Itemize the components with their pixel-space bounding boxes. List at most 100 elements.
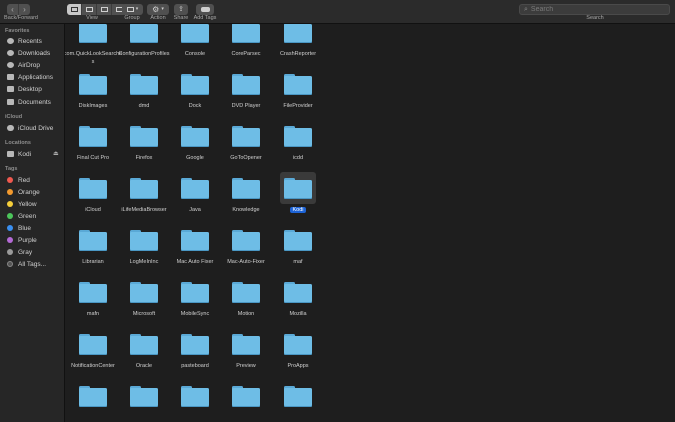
- forward-button[interactable]: ›: [19, 4, 30, 15]
- folder-icon: [232, 126, 260, 147]
- applications-icon: [7, 74, 14, 80]
- folder-icon: [79, 230, 107, 251]
- sidebar-item-icloud-drive[interactable]: iCloud Drive: [7, 123, 53, 133]
- sidebar-item-tag-green[interactable]: Green: [7, 211, 36, 221]
- sidebar-item-tag-purple[interactable]: Purple: [7, 235, 37, 245]
- sidebar-item-all-tags[interactable]: All Tags...: [7, 259, 46, 269]
- sidebar-item-tag-blue[interactable]: Blue: [7, 223, 31, 233]
- tag-dot-icon: [7, 201, 13, 207]
- sidebar-item-tag-yellow[interactable]: Yellow: [7, 199, 37, 209]
- sidebar-item-downloads[interactable]: Downloads: [7, 48, 50, 58]
- locations-header: Locations: [5, 140, 31, 146]
- sidebar-item-tag-gray[interactable]: Gray: [7, 247, 32, 257]
- folder-icon: [284, 386, 312, 407]
- folder-icon: [232, 178, 260, 199]
- sidebar-item-documents[interactable]: Documents: [7, 97, 51, 107]
- search-input[interactable]: [527, 6, 651, 13]
- tag-dot-icon: [7, 249, 13, 255]
- sidebar-item-tag-red[interactable]: Red: [7, 175, 30, 185]
- sidebar-item-label: Desktop: [18, 85, 42, 93]
- folder-icon: [232, 230, 260, 251]
- folder-icon: [181, 334, 209, 355]
- sidebar-item-tag-orange[interactable]: Orange: [7, 187, 40, 197]
- folder-label: Preview: [236, 363, 256, 369]
- search-field[interactable]: ⌕: [519, 4, 670, 15]
- share-button[interactable]: ⇪: [174, 4, 188, 15]
- back-button[interactable]: ‹: [7, 4, 19, 15]
- tag-dot-icon: [7, 213, 13, 219]
- sidebar-item-label: Orange: [18, 188, 40, 196]
- folder-icon: [130, 74, 158, 95]
- eject-icon[interactable]: ⏏: [53, 150, 59, 157]
- sidebar-item-label: Red: [18, 176, 30, 184]
- view-label: View: [86, 15, 98, 21]
- columns-icon: [100, 7, 108, 12]
- folder-label: FileProvider: [283, 103, 313, 109]
- folder-icon: [232, 386, 260, 407]
- add-tags-label: Add Tags: [193, 15, 217, 21]
- chevron-down-icon: ▾: [135, 6, 139, 12]
- tag-dot-icon: [7, 237, 13, 243]
- sidebar-item-label: iCloud Drive: [18, 124, 54, 132]
- document-icon: [7, 99, 14, 105]
- group-label: Group: [124, 15, 140, 21]
- clock-icon: [7, 38, 14, 44]
- folder-icon: [284, 24, 312, 43]
- folder-icon: [181, 230, 209, 251]
- column-view-button[interactable]: [97, 4, 112, 15]
- file-icon-grid: com.QuickLookSearches ConfigurationProfil…: [65, 24, 675, 422]
- grid-icon: [70, 7, 78, 12]
- sidebar-item-label: Yellow: [18, 200, 37, 208]
- sidebar-item-airdrop[interactable]: AirDrop: [7, 60, 40, 70]
- gear-icon: ⚙: [152, 5, 160, 14]
- view-control: [67, 4, 126, 15]
- folder-icon: [130, 386, 158, 407]
- sidebar-item-applications[interactable]: Applications: [7, 72, 53, 82]
- action-button[interactable]: ⚙ ▾: [147, 4, 169, 15]
- search-label: Search: [586, 15, 604, 21]
- folder-label: Mac-Auto-Fixer: [227, 259, 265, 265]
- icon-view-button[interactable]: [67, 4, 82, 15]
- folder-label: ProApps: [287, 363, 309, 369]
- sidebar-item-desktop[interactable]: Desktop: [7, 84, 42, 94]
- folder-icon: [181, 282, 209, 303]
- tags-header: Tags: [5, 166, 18, 172]
- share-icon: ⇪: [178, 6, 184, 13]
- folder-icon: [130, 230, 158, 251]
- folder-label: GoToOpener: [230, 155, 262, 161]
- sidebar-item-recents[interactable]: Recents: [7, 36, 42, 46]
- folder-icon: [232, 24, 260, 43]
- folder-icon: [79, 386, 107, 407]
- folder-icon: [130, 24, 158, 43]
- sidebar-item-label: Green: [18, 212, 37, 220]
- list-view-button[interactable]: [82, 4, 97, 15]
- tags-icon: [7, 261, 13, 267]
- add-tags-button[interactable]: [196, 4, 214, 15]
- folder-icon: [284, 178, 312, 199]
- folder-label: DVD Player: [231, 103, 261, 109]
- back-forward-label: Back/Forward: [4, 15, 38, 21]
- folder-icon: [130, 126, 158, 147]
- share-label: Share: [173, 15, 189, 21]
- toolbar: ‹ › Back/Forward View ▾ Group ⚙ ▾ Action …: [0, 0, 675, 24]
- sidebar-item-label: Recents: [18, 37, 42, 45]
- icloud-header: iCloud: [5, 114, 23, 120]
- disk-icon: [7, 151, 14, 157]
- folder-icon: [284, 334, 312, 355]
- folder-icon: [79, 334, 107, 355]
- sidebar-item-label: AirDrop: [18, 61, 41, 69]
- group-button[interactable]: ▾: [122, 4, 143, 15]
- sidebar-item-kodi[interactable]: Kodi: [7, 149, 31, 159]
- tag-dot-icon: [7, 189, 13, 195]
- chevron-right-icon: ›: [23, 5, 26, 14]
- folder-label: Kodi: [290, 207, 306, 213]
- airdrop-icon: [7, 62, 14, 68]
- sidebar-item-label: Gray: [18, 248, 33, 256]
- sidebar-item-label: Kodi: [18, 150, 32, 158]
- folder-icon: [284, 126, 312, 147]
- folder-label: Motion: [237, 311, 255, 317]
- folder-label: Knowledge: [232, 207, 260, 213]
- folder-icon: [130, 334, 158, 355]
- folder-label: CoreParsec: [231, 51, 261, 57]
- folder-label: Mozilla: [289, 311, 307, 317]
